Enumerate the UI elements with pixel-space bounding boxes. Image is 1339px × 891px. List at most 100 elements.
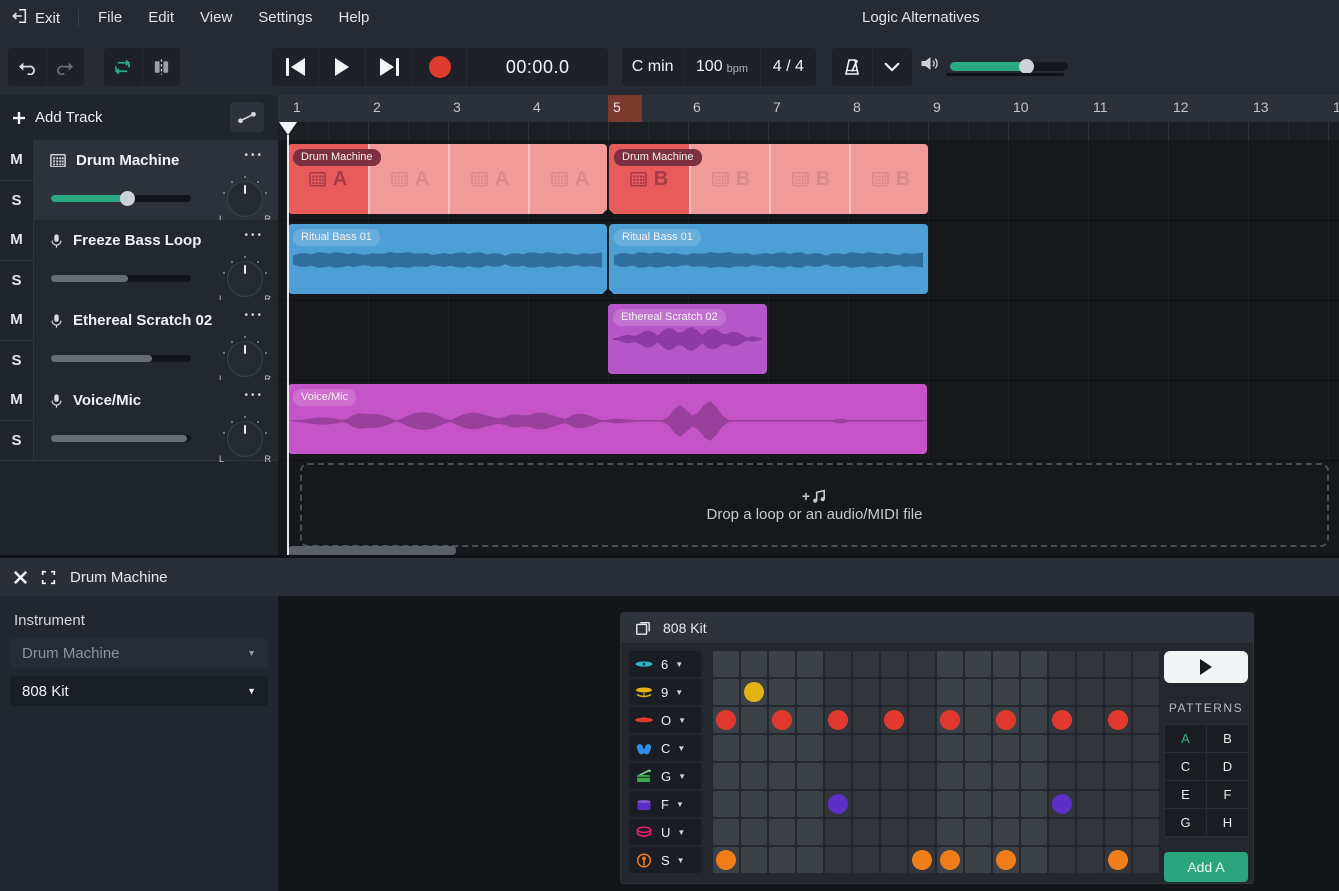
pattern-button-g[interactable]: G <box>1165 809 1207 837</box>
mute-button[interactable]: M <box>0 300 33 341</box>
step-cell[interactable] <box>769 651 795 677</box>
step-cell[interactable] <box>1077 819 1103 845</box>
track-volume-slider[interactable] <box>51 435 191 442</box>
step-cell[interactable] <box>965 651 991 677</box>
step-cell[interactable] <box>1133 791 1159 817</box>
solo-button[interactable]: S <box>0 181 33 221</box>
pan-knob[interactable]: LR <box>222 416 268 462</box>
step-cell[interactable] <box>741 791 767 817</box>
pattern-button-f[interactable]: F <box>1207 781 1249 809</box>
step-cell[interactable] <box>965 707 991 733</box>
step-cell[interactable] <box>853 651 879 677</box>
step-cell[interactable] <box>713 735 739 761</box>
step-cell[interactable] <box>853 679 879 705</box>
pattern-button-e[interactable]: E <box>1165 781 1207 809</box>
step-cell[interactable] <box>825 735 851 761</box>
pan-knob[interactable]: LR <box>222 176 268 222</box>
timeline-subruler[interactable] <box>278 122 1339 140</box>
step-cell[interactable] <box>1133 707 1159 733</box>
pattern-clip-repeat[interactable]: A <box>528 144 607 214</box>
step-cell[interactable] <box>741 819 767 845</box>
step-cell[interactable] <box>965 763 991 789</box>
step-cell[interactable] <box>993 763 1019 789</box>
step-cell[interactable] <box>1077 847 1103 873</box>
step-cell[interactable] <box>713 763 739 789</box>
horizontal-scrollbar-thumb[interactable] <box>288 546 456 555</box>
time-signature-selector[interactable]: 4 / 4 <box>761 48 816 86</box>
step-cell[interactable] <box>1049 735 1075 761</box>
step-cell[interactable] <box>1021 735 1047 761</box>
step-cell[interactable] <box>965 819 991 845</box>
drum-row-selector[interactable]: U▼ <box>629 819 701 845</box>
step-cell[interactable] <box>797 707 823 733</box>
step-cell[interactable] <box>1133 819 1159 845</box>
step-cell[interactable] <box>909 707 935 733</box>
timeline-ruler[interactable]: 1234567891011121314 <box>278 95 1339 122</box>
clip-audio[interactable]: Ritual Bass 01 <box>288 224 607 294</box>
step-cell[interactable] <box>937 791 963 817</box>
step-cell[interactable] <box>825 763 851 789</box>
step-cell[interactable] <box>965 847 991 873</box>
pattern-clip-repeat[interactable]: B <box>769 144 851 214</box>
step-cell[interactable] <box>909 679 935 705</box>
drop-zone[interactable]: + Drop a loop or an audio/MIDI file <box>300 463 1329 547</box>
step-cell[interactable] <box>853 847 879 873</box>
clip-audio[interactable]: Ritual Bass 01 <box>609 224 928 294</box>
step-cell[interactable] <box>937 847 963 873</box>
step-cell[interactable] <box>853 791 879 817</box>
step-cell[interactable] <box>881 819 907 845</box>
step-cell[interactable] <box>713 791 739 817</box>
loop-toggle-button[interactable] <box>104 48 143 86</box>
step-cell[interactable] <box>937 735 963 761</box>
step-cell[interactable] <box>1105 707 1131 733</box>
track-menu-button[interactable]: ••• <box>244 390 264 401</box>
menu-item-view[interactable]: View <box>187 0 245 36</box>
clip-audio[interactable]: Voice/Mic <box>288 384 927 454</box>
menu-item-edit[interactable]: Edit <box>135 0 187 36</box>
step-cell[interactable] <box>965 791 991 817</box>
step-cell[interactable] <box>1105 735 1131 761</box>
undo-button[interactable] <box>8 48 47 86</box>
pan-knob[interactable]: LR <box>222 336 268 382</box>
step-cell[interactable] <box>853 819 879 845</box>
track-menu-button[interactable]: ••• <box>244 230 264 241</box>
step-cell[interactable] <box>909 819 935 845</box>
record-button[interactable] <box>413 48 467 86</box>
step-cell[interactable] <box>1105 791 1131 817</box>
step-cell[interactable] <box>825 707 851 733</box>
step-cell[interactable] <box>769 763 795 789</box>
pan-knob[interactable]: LR <box>222 256 268 302</box>
step-cell[interactable] <box>993 707 1019 733</box>
step-cell[interactable] <box>909 763 935 789</box>
clip-pattern[interactable]: BBBBDrum Machine <box>609 144 928 214</box>
mute-button[interactable]: M <box>0 140 33 181</box>
step-cell[interactable] <box>1133 651 1159 677</box>
step-cell[interactable] <box>1105 651 1131 677</box>
add-pattern-button[interactable]: Add A <box>1164 852 1248 882</box>
add-track-button[interactable]: Add Track <box>0 109 103 126</box>
step-cell[interactable] <box>797 847 823 873</box>
step-cell[interactable] <box>825 791 851 817</box>
pattern-button-a[interactable]: A <box>1165 725 1207 753</box>
step-cell[interactable] <box>965 679 991 705</box>
split-tool-button[interactable] <box>143 48 181 86</box>
pan-knob-dial[interactable] <box>227 261 263 297</box>
step-cell[interactable] <box>769 819 795 845</box>
solo-button[interactable]: S <box>0 421 33 461</box>
exit-button[interactable]: Exit <box>0 0 72 36</box>
step-cell[interactable] <box>993 679 1019 705</box>
step-cell[interactable] <box>881 791 907 817</box>
step-cell[interactable] <box>993 735 1019 761</box>
step-cell[interactable] <box>1077 679 1103 705</box>
step-cell[interactable] <box>1077 791 1103 817</box>
playhead-marker[interactable] <box>279 122 297 135</box>
solo-button[interactable]: S <box>0 261 33 301</box>
pan-knob-dial[interactable] <box>227 421 263 457</box>
tempo-selector[interactable]: 100 bpm <box>684 48 760 86</box>
metronome-dropdown-button[interactable] <box>873 48 913 86</box>
step-cell[interactable] <box>1021 651 1047 677</box>
step-cell[interactable] <box>1133 679 1159 705</box>
step-cell[interactable] <box>741 763 767 789</box>
menu-item-help[interactable]: Help <box>326 0 383 36</box>
step-cell[interactable] <box>881 847 907 873</box>
